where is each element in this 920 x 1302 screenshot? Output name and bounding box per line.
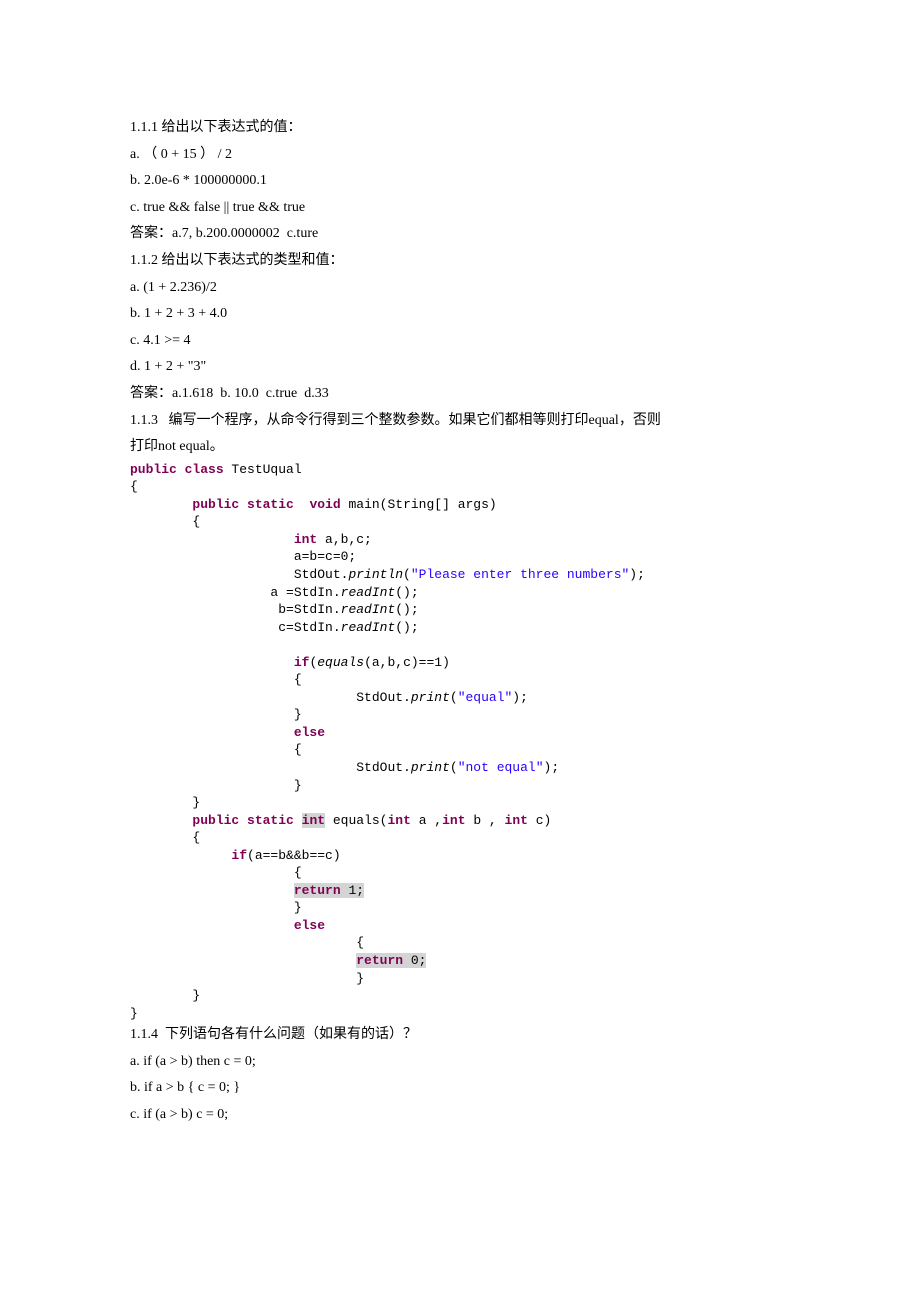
q4-title: 1.1.4 下列语句各有什么问题（如果有的话）？	[130, 1022, 790, 1049]
document-page: 1.1.1 给出以下表达式的值： a. （ 0 + 15 ） / 2 b. 2.…	[0, 0, 920, 1302]
keyword-int: int	[505, 813, 528, 828]
brace-close: }	[130, 778, 302, 793]
q2-answer: 答案：a.1.618 b. 10.0 c.true d.33	[130, 381, 790, 408]
read-b: b=StdIn.	[130, 602, 341, 617]
keyword-else: else	[294, 725, 325, 740]
brace-close: }	[130, 795, 200, 810]
class-name: TestUqual	[224, 462, 302, 477]
equals-args: (a,b,c)==1)	[364, 655, 450, 670]
paren-semi: ();	[395, 602, 418, 617]
q1-c: c. true && false || true && true	[130, 195, 790, 222]
readint-call: readInt	[341, 602, 396, 617]
brace-close: }	[130, 1006, 138, 1021]
code-block: public class TestUqual { public static v…	[130, 461, 790, 1023]
read-c: c=StdIn.	[130, 620, 341, 635]
keyword-public-static: public static	[192, 813, 293, 828]
var-decl: a,b,c;	[317, 532, 372, 547]
keyword-int-highlight: int	[302, 813, 325, 828]
keyword-public-class: public class	[130, 462, 224, 477]
else-indent	[130, 918, 294, 933]
q2-title: 1.1.2 给出以下表达式的类型和值：	[130, 248, 790, 275]
equals-sig: c)	[528, 813, 551, 828]
read-a: a =StdIn.	[130, 585, 341, 600]
keyword-int: int	[387, 813, 410, 828]
keyword-if: if	[231, 848, 247, 863]
keyword-void: void	[309, 497, 340, 512]
q2-d: d. 1 + 2 + "3"	[130, 354, 790, 381]
if-indent	[130, 655, 294, 670]
equals-call: equals	[317, 655, 364, 670]
brace-close: }	[130, 900, 302, 915]
var-init: a=b=c=0;	[130, 549, 356, 564]
brace-open: {	[130, 742, 302, 757]
readint-call: readInt	[341, 585, 396, 600]
else-indent	[130, 725, 294, 740]
return-value-highlight: 0;	[403, 953, 426, 968]
keyword-else: else	[294, 918, 325, 933]
print-call: print	[411, 760, 450, 775]
q4-b: b. if a > b { c = 0; }	[130, 1075, 790, 1102]
equals-sig: a ,	[411, 813, 442, 828]
keyword-int: int	[294, 532, 317, 547]
brace-open: {	[130, 514, 200, 529]
equals-sig: b ,	[466, 813, 505, 828]
equals-sig: equals(	[325, 813, 387, 828]
if-cond-2: (a==b&&b==c)	[247, 848, 341, 863]
keyword-if: if	[294, 655, 310, 670]
q1-b: b. 2.0e-6 * 100000000.1	[130, 168, 790, 195]
indent	[130, 813, 192, 828]
q1-answer: 答案：a.7, b.200.0000002 c.ture	[130, 221, 790, 248]
q1-a: a. （ 0 + 15 ） / 2	[130, 142, 790, 169]
brace-open: {	[130, 865, 302, 880]
keyword-int: int	[442, 813, 465, 828]
println-call: println	[348, 567, 403, 582]
q3-title-line1: 1.1.3 编写一个程序，从命令行得到三个整数参数。如果它们都相等则打印equa…	[130, 408, 790, 435]
print-prefix: StdOut.	[130, 760, 411, 775]
q1-title: 1.1.1 给出以下表达式的值：	[130, 115, 790, 142]
indent	[130, 848, 231, 863]
print-call: print	[411, 690, 450, 705]
brace-close: }	[130, 988, 200, 1003]
q2-b: b. 1 + 2 + 3 + 4.0	[130, 301, 790, 328]
brace-open: {	[130, 479, 138, 494]
q2-a: a. (1 + 2.236)/2	[130, 275, 790, 302]
q4-c: c. if (a > b) c = 0;	[130, 1102, 790, 1129]
indent	[130, 497, 192, 512]
print-prefix: StdOut.	[130, 690, 411, 705]
keyword-return-highlight: return	[356, 953, 403, 968]
string-prompt: "Please enter three numbers"	[411, 567, 629, 582]
brace-open: {	[130, 830, 200, 845]
q2-c: c. 4.1 >= 4	[130, 328, 790, 355]
string-equal: "equal"	[458, 690, 513, 705]
keyword-return-highlight: return	[294, 883, 341, 898]
paren-semi: ();	[395, 620, 418, 635]
paren-semi: ();	[395, 585, 418, 600]
main-signature: main(String[] args)	[341, 497, 497, 512]
return-value-highlight: 1;	[341, 883, 364, 898]
brace-close: }	[130, 707, 302, 722]
brace-open: {	[130, 672, 302, 687]
readint-call: readInt	[341, 620, 396, 635]
q4-a: a. if (a > b) then c = 0;	[130, 1049, 790, 1076]
stdout-prefix: StdOut.	[130, 567, 348, 582]
string-not-equal: "not equal"	[458, 760, 544, 775]
q3-title-line2: 打印not equal。	[130, 434, 790, 461]
keyword-public-static: public static	[192, 497, 293, 512]
